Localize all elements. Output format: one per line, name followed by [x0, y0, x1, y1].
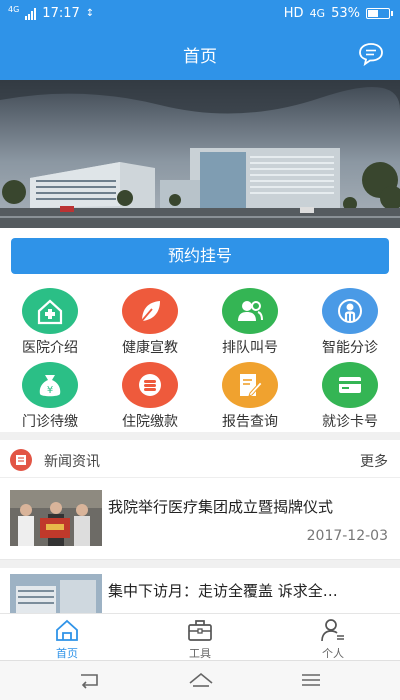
- news-list-item[interactable]: 集中下访月：走访全覆盖 诉求全…: [0, 568, 400, 613]
- network-type-label: 4G: [8, 5, 20, 14]
- data-activity-icon: ↕: [85, 8, 95, 19]
- reserve-section: 预约挂号: [0, 228, 400, 282]
- news-thumbnail: [10, 574, 102, 613]
- status-bar: 4G 17:17 ↕ HD 4G 53%: [0, 0, 400, 28]
- network-type-right: 4G: [309, 7, 326, 20]
- leaf-icon: [122, 288, 178, 334]
- svg-text:¥: ¥: [47, 385, 53, 396]
- grid-item-inpatient-pay[interactable]: 住院缴款: [100, 358, 200, 430]
- tab-home[interactable]: 首页: [37, 618, 97, 660]
- signal-icon: [25, 7, 37, 20]
- news-section-header: 新闻资讯 更多: [0, 440, 400, 478]
- grid-item-label: 报告查询: [222, 414, 278, 430]
- grid-item-label: 门诊待缴: [22, 414, 78, 430]
- grid-item-label: 排队叫号: [222, 340, 278, 356]
- hospital-cross-icon: [22, 288, 78, 334]
- battery-percent: 53%: [331, 6, 360, 21]
- function-grid: 医院介绍 健康宣教 排队叫号 智能分诊 ¥ 门诊待缴 住院缴款 报告查询 就诊卡…: [0, 282, 400, 432]
- app-screen: 4G 17:17 ↕ HD 4G 53% 首页 预约挂号 医院介绍 健康宣教 排…: [0, 0, 400, 700]
- grid-item-visit-card[interactable]: 就诊卡号: [300, 358, 400, 430]
- grid-item-hospital-intro[interactable]: 医院介绍: [0, 284, 100, 356]
- grid-item-report-query[interactable]: 报告查询: [200, 358, 300, 430]
- grid-item-queue-call[interactable]: 排队叫号: [200, 284, 300, 356]
- people-icon: [222, 288, 278, 334]
- reserve-register-button[interactable]: 预约挂号: [11, 238, 389, 274]
- home-icon: [56, 619, 78, 641]
- app-header: 首页: [0, 28, 400, 80]
- system-nav-bar: [0, 660, 400, 700]
- grid-item-label: 住院缴款: [122, 414, 178, 430]
- page-title: 首页: [183, 47, 217, 67]
- status-time: 17:17: [42, 6, 80, 21]
- money-bag-icon: ¥: [22, 362, 78, 408]
- grid-item-label: 就诊卡号: [322, 414, 378, 430]
- toolbox-icon: [188, 620, 212, 641]
- coin-stack-icon: [122, 362, 178, 408]
- tab-label: 工具: [189, 647, 211, 660]
- news-list-item[interactable]: 我院举行医疗集团成立暨揭牌仪式 2017-12-03: [0, 478, 400, 560]
- home-nav-icon[interactable]: [188, 671, 214, 689]
- news-thumbnail: [10, 490, 102, 546]
- card-icon: [322, 362, 378, 408]
- chat-bubble-icon[interactable]: [358, 42, 384, 66]
- news-date: 2017-12-03: [306, 528, 388, 544]
- person-icon: [321, 619, 344, 642]
- bottom-tab-bar: 首页 工具 个人: [0, 613, 400, 660]
- news-headline: 集中下访月：走访全覆盖 诉求全…: [108, 582, 338, 600]
- report-edit-icon: [222, 362, 278, 408]
- news-section-title: 新闻资讯: [44, 454, 100, 470]
- tab-tools[interactable]: 工具: [170, 618, 230, 660]
- tab-label: 首页: [56, 647, 78, 660]
- grid-item-smart-triage[interactable]: 智能分诊: [300, 284, 400, 356]
- news-icon: [10, 449, 32, 471]
- menu-nav-icon[interactable]: [300, 671, 322, 689]
- hospital-banner-image[interactable]: [0, 80, 400, 228]
- news-more-link[interactable]: 更多: [360, 451, 388, 471]
- stethoscope-icon: [322, 288, 378, 334]
- battery-icon: [366, 8, 393, 19]
- news-headline: 我院举行医疗集团成立暨揭牌仪式: [108, 498, 334, 516]
- grid-item-label: 健康宣教: [122, 340, 178, 356]
- grid-item-label: 智能分诊: [322, 340, 378, 356]
- grid-item-outpatient-pay[interactable]: ¥ 门诊待缴: [0, 358, 100, 430]
- hd-label: HD: [283, 6, 304, 21]
- tab-label: 个人: [322, 647, 344, 660]
- grid-item-health-edu[interactable]: 健康宣教: [100, 284, 200, 356]
- grid-item-label: 医院介绍: [22, 340, 78, 356]
- back-nav-icon[interactable]: [78, 671, 100, 689]
- tab-personal[interactable]: 个人: [303, 618, 363, 660]
